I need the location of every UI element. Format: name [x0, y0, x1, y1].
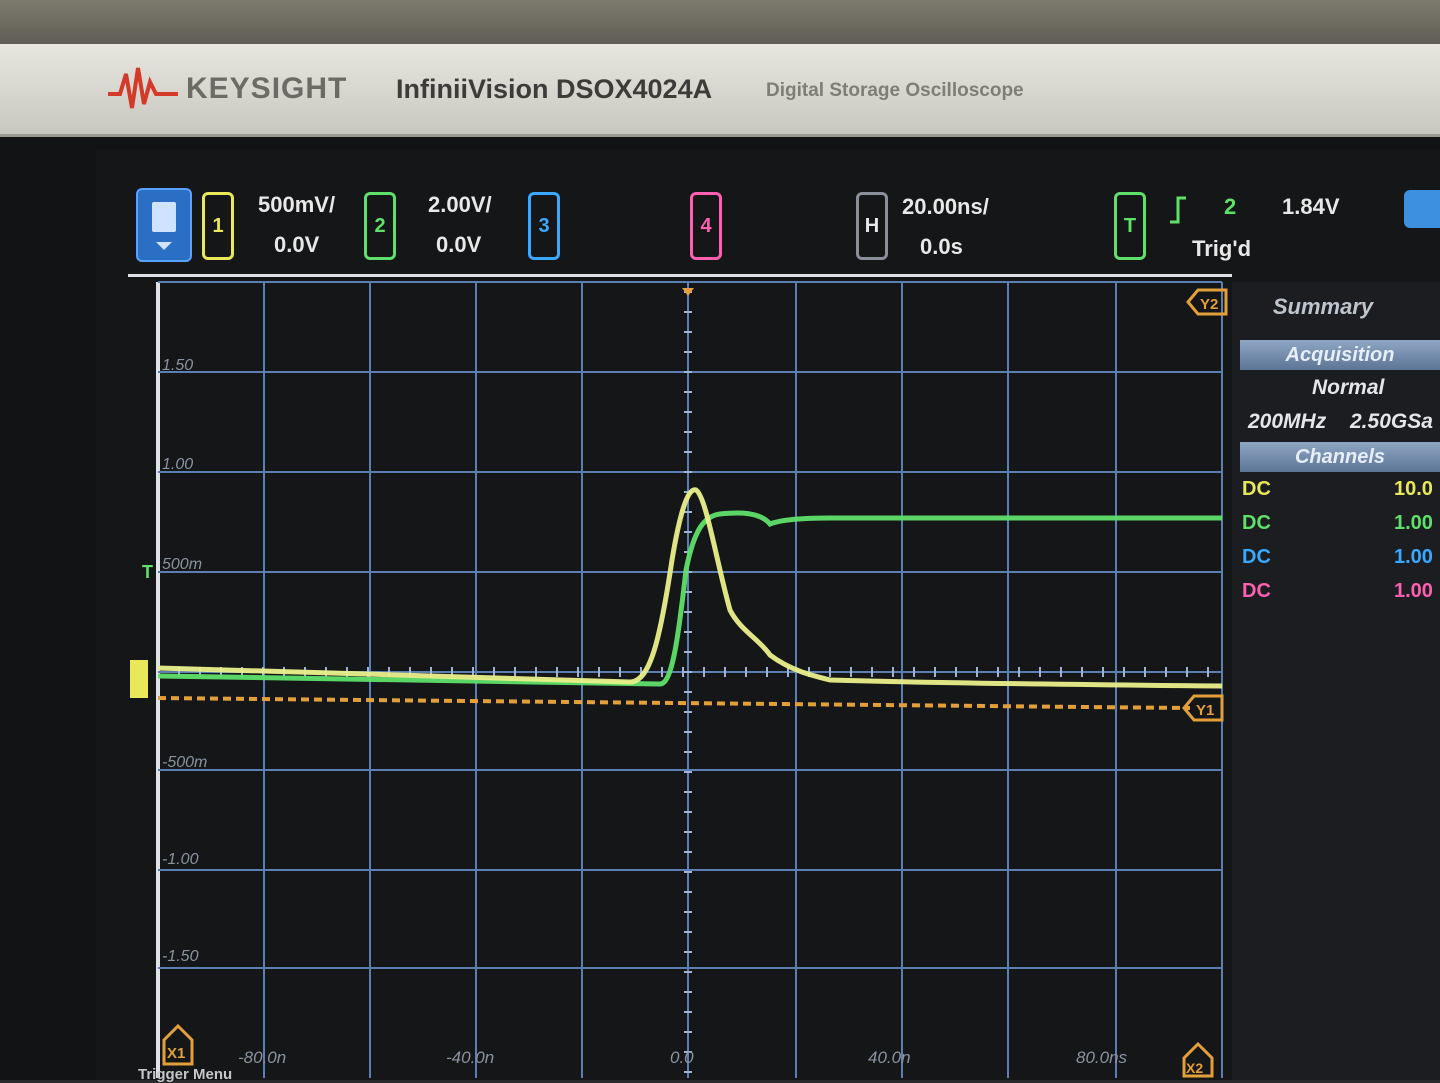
x-axis-label: 0.0	[670, 1048, 694, 1067]
x-axis-label: 40.0n	[868, 1048, 911, 1067]
channel-1-coupling: DC	[1242, 478, 1271, 500]
channel-2-trace	[157, 510, 1222, 687]
cursor-x2-tag: X2	[1182, 1041, 1214, 1078]
cursor-y2-tag: Y2	[1186, 288, 1228, 316]
acquisition-header: Acquisition	[1240, 340, 1440, 370]
summary-tab-label: Summary	[1272, 294, 1374, 319]
y-axis-label: -500m	[162, 754, 208, 771]
waveform-display: T Y2 Y1 X1 X2	[130, 281, 1228, 1078]
acquisition-bandwidth: 200MHz	[1248, 410, 1327, 433]
cursor-y1-line	[157, 696, 1191, 710]
trigger-position-marker	[682, 288, 694, 296]
x-axis-label: -80.0n	[238, 1048, 287, 1067]
softkey-menu-title: Trigger Menu	[138, 1066, 233, 1083]
y-axis-label: -1.00	[162, 851, 199, 868]
x-axis-label: -40.0n	[446, 1048, 495, 1067]
y-axis-label: 1.50	[162, 357, 194, 374]
y-axis-label: 1.00	[162, 456, 194, 473]
channel-4-probe-scale: 1.00	[1394, 580, 1433, 602]
channel-1-ground-marker	[130, 660, 148, 698]
channel-2-coupling: DC	[1242, 512, 1271, 534]
cursor-lines	[157, 696, 1191, 710]
acquisition-sample-rate: 2.50GSa	[1350, 410, 1433, 433]
channel-1-probe-scale: 10.0	[1394, 478, 1433, 500]
acquisition-mode: Normal	[1312, 376, 1385, 399]
channel-4-coupling: DC	[1242, 580, 1271, 602]
cursor-y2-label: Y2	[1200, 296, 1218, 313]
tab-summary[interactable]: Summary	[1238, 284, 1408, 330]
x-axis-label: 80.0ns	[1076, 1048, 1128, 1067]
channel-2-probe-scale: 1.00	[1394, 512, 1433, 534]
y-axis-label: 500m	[162, 556, 203, 573]
y-axis-label: -1.50	[162, 948, 199, 965]
channel-3-coupling: DC	[1242, 546, 1271, 568]
channels-header: Channels	[1240, 442, 1440, 472]
side-panel	[1232, 282, 1440, 1080]
channel-3-probe-scale: 1.00	[1394, 546, 1433, 568]
cursor-x2-label: X2	[1186, 1060, 1203, 1076]
cursor-y1-label: Y1	[1196, 702, 1214, 719]
cursor-x1-label: X1	[167, 1045, 185, 1062]
trigger-level-marker: T	[142, 562, 153, 582]
cursor-x1-tag: X1	[162, 1023, 194, 1066]
